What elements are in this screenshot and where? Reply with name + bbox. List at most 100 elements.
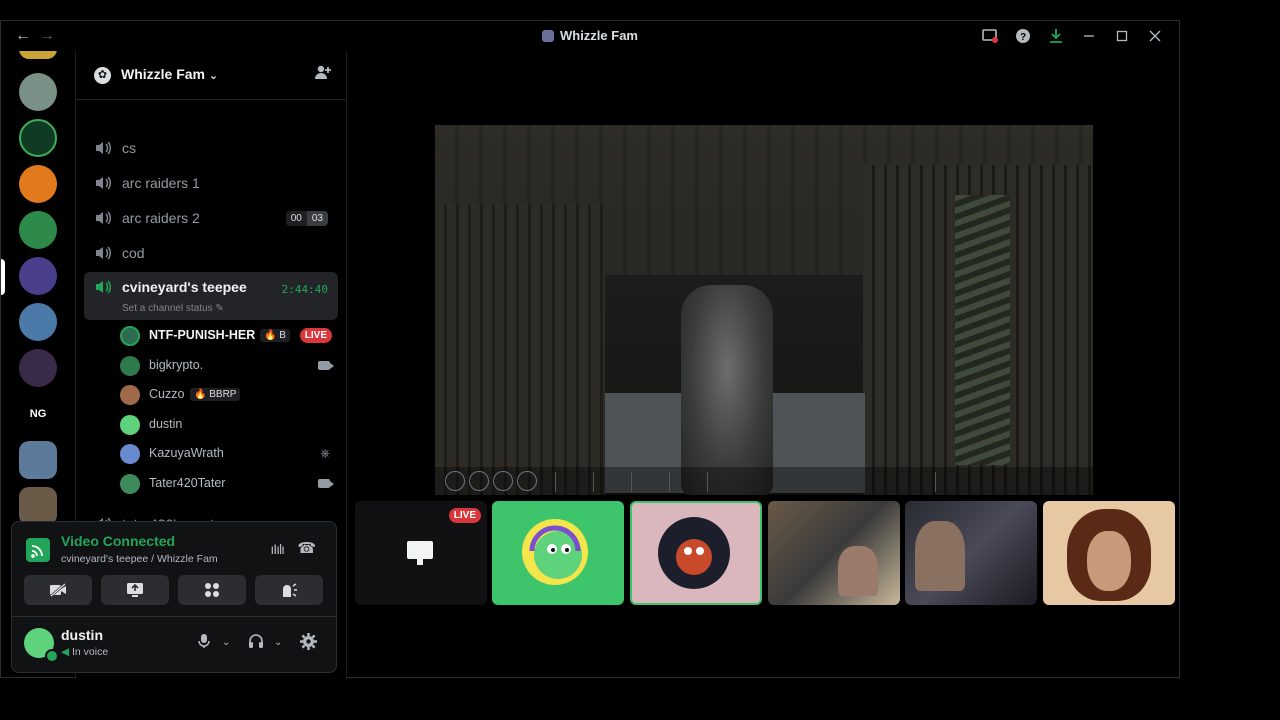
- speaker-small-icon: ◀: [61, 646, 70, 658]
- member-name: dustin: [149, 417, 183, 431]
- server-icon-ng[interactable]: NG: [19, 395, 57, 433]
- channel-name: arc raiders 1: [122, 175, 200, 191]
- call-timer: 2:44:40: [281, 283, 328, 296]
- participant-tile-hooded[interactable]: [1043, 501, 1175, 605]
- voice-member[interactable]: Tater420Tater: [120, 471, 334, 497]
- server-rail: NG: [1, 51, 75, 521]
- guild-name[interactable]: Whizzle Fam ⌄: [121, 66, 218, 82]
- settings-gear-icon[interactable]: [300, 633, 317, 654]
- participant-tile-cvineyard[interactable]: [630, 501, 762, 605]
- voice-channel-cs[interactable]: cs: [84, 133, 338, 163]
- close-icon[interactable]: [1138, 26, 1171, 46]
- microphone-icon[interactable]: [198, 633, 210, 653]
- invite-people-icon[interactable]: [314, 64, 332, 85]
- user-limit: 03: [306, 211, 328, 226]
- voice-member[interactable]: Cuzzo 🔥 BBRP: [120, 382, 332, 408]
- member-tag: 🔥 BBRP: [190, 388, 241, 401]
- help-icon[interactable]: ?: [1006, 26, 1039, 46]
- participant-tile-webcam-1[interactable]: [768, 501, 900, 605]
- server-icon-brown[interactable]: [19, 487, 57, 521]
- headphone-options-chevron-icon[interactable]: ⌄: [274, 637, 282, 648]
- connection-location[interactable]: cvineyard's teepee / Whizzle Fam: [61, 553, 218, 565]
- participant-avatar: [658, 517, 730, 589]
- hud-item: [631, 472, 668, 492]
- stream-doorway: [955, 195, 1010, 465]
- server-icon-whizzle-fam[interactable]: [19, 257, 57, 295]
- title-bar: ← → Whizzle Fam ?: [1, 21, 1179, 51]
- disconnect-icon[interactable]: ☎: [297, 539, 316, 557]
- channel-name: arc raiders 2: [122, 210, 200, 226]
- server-icon: [541, 30, 554, 42]
- hud-slot: [493, 471, 513, 491]
- speaker-icon: [96, 141, 111, 155]
- webcam-person: [915, 521, 965, 591]
- participant-avatar: [1067, 509, 1151, 601]
- game-character: [681, 285, 773, 495]
- avatar: [120, 385, 140, 405]
- voice-member[interactable]: bigkrypto.: [120, 353, 334, 379]
- channel-name: cs: [122, 140, 136, 156]
- member-name: Tater420Tater: [149, 476, 226, 490]
- activities-icon: [205, 583, 219, 597]
- avatar: [120, 415, 140, 435]
- guild-icon: ✿: [94, 67, 111, 84]
- user-name[interactable]: dustin: [61, 627, 103, 643]
- participant-tile-stream[interactable]: LIVE: [355, 501, 487, 605]
- screen-share-icon: [127, 583, 143, 597]
- download-icon[interactable]: [1039, 26, 1072, 46]
- user-panel: dustin ◀ In voice ⌄ ⌄: [11, 617, 337, 673]
- voice-member[interactable]: NTF-PUNISH-HER 🔥 B LIVE: [120, 323, 332, 349]
- monitor-icon: [407, 541, 433, 565]
- avatar: [120, 326, 140, 346]
- server-icon-united[interactable]: [19, 119, 57, 157]
- hud-item: [707, 472, 744, 492]
- webcam-person: [838, 546, 878, 596]
- camera-off-icon: [50, 583, 66, 597]
- maximize-icon[interactable]: [1105, 26, 1138, 46]
- server-icon-avatar[interactable]: [19, 73, 57, 111]
- activities-button[interactable]: [178, 575, 246, 605]
- participant-tile-webcam-2[interactable]: [905, 501, 1037, 605]
- hud-item: [669, 472, 706, 492]
- soundboard-button[interactable]: [255, 575, 323, 605]
- voice-channel-arc-raiders-1[interactable]: arc raiders 1: [84, 168, 338, 198]
- participant-avatar: [522, 519, 588, 585]
- hud-slot: [445, 471, 465, 491]
- server-icon-top[interactable]: [19, 51, 57, 59]
- participant-tile-dustin[interactable]: [492, 501, 624, 605]
- camera-icon: [318, 479, 334, 488]
- focused-stream-video[interactable]: [435, 125, 1093, 495]
- speaker-icon: [96, 176, 111, 190]
- server-icon-blue[interactable]: [19, 303, 57, 341]
- voice-member[interactable]: dustin: [120, 412, 332, 438]
- online-status-dot: [45, 649, 59, 663]
- server-icon-green[interactable]: [19, 211, 57, 249]
- voice-channel-cvineyards-teepee[interactable]: cvineyard's teepee 2:44:40 Set a channel…: [84, 272, 338, 320]
- noise-suppression-icon[interactable]: ıIılı: [270, 541, 285, 557]
- stream-wall-left: [435, 205, 605, 495]
- guild-header[interactable]: ✿ Whizzle Fam ⌄: [76, 51, 346, 100]
- user-voice-status: ◀ In voice: [61, 646, 109, 658]
- active-server-indicator: [1, 259, 5, 295]
- mic-options-chevron-icon[interactable]: ⌄: [222, 637, 230, 648]
- hud-item: [593, 472, 630, 492]
- voice-channel-arc-raiders-2[interactable]: arc raiders 2 00 03: [84, 203, 338, 233]
- minimize-icon[interactable]: [1072, 26, 1105, 46]
- screen-share-button[interactable]: [101, 575, 169, 605]
- pencil-icon: ✎: [215, 303, 224, 314]
- headphones-icon[interactable]: [248, 633, 264, 653]
- window-controls: ?: [973, 26, 1171, 46]
- member-name: NTF-PUNISH-HER: [149, 328, 256, 342]
- server-icon-map[interactable]: [19, 441, 57, 479]
- server-icon-purple[interactable]: [19, 349, 57, 387]
- voice-member[interactable]: KazuyaWrath ⎈: [120, 441, 332, 467]
- app-window: ← → Whizzle Fam ? NG ✿ Whizzle Fam ⌄ cs …: [0, 20, 1180, 679]
- set-channel-status[interactable]: Set a channel status ✎: [122, 303, 224, 314]
- server-icon-orange[interactable]: [19, 165, 57, 203]
- camera-off-button[interactable]: [24, 575, 92, 605]
- avatar: [120, 444, 140, 464]
- connection-signal-icon[interactable]: [26, 538, 50, 562]
- live-badge: LIVE: [299, 328, 332, 343]
- voice-channel-cod[interactable]: cod: [84, 238, 338, 268]
- inbox-icon[interactable]: [973, 26, 1006, 46]
